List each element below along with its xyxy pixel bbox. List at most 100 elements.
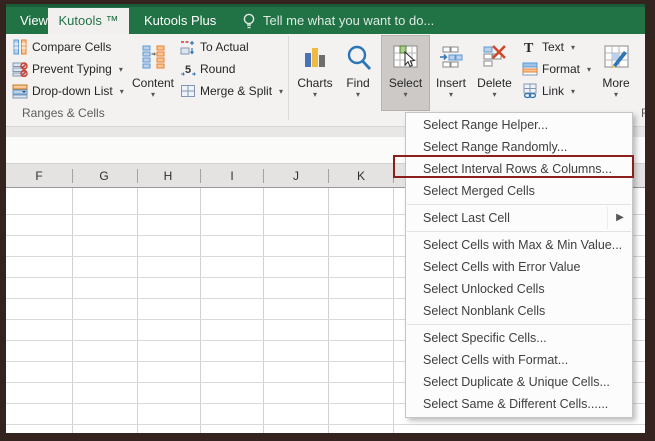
select-button[interactable]: Select ▾ — [381, 35, 430, 111]
delete-button[interactable]: Delete ▾ — [472, 36, 517, 110]
format-label: Format — [542, 62, 581, 76]
content-button[interactable]: Content ▾ — [131, 36, 175, 110]
format-button[interactable]: Format — [520, 58, 590, 80]
charts-label: Charts — [297, 76, 333, 90]
column-divider — [137, 169, 138, 183]
menu-item-select-range-randomly[interactable]: Select Range Randomly... — [406, 136, 632, 158]
link-icon — [523, 83, 537, 99]
delete-icon — [483, 44, 506, 66]
svg-text:T: T — [524, 41, 534, 55]
select-label: Select — [388, 76, 423, 90]
gridline — [72, 188, 73, 433]
menu-item-select-same-different-cells[interactable]: Select Same & Different Cells...... — [406, 393, 632, 415]
dropdown-arrow-icon: ▾ — [150, 90, 155, 99]
menu-item-select-merged-cells[interactable]: Select Merged Cells — [406, 180, 632, 202]
menu-item-select-unlocked-cells[interactable]: Select Unlocked Cells — [406, 278, 632, 300]
menu-item-select-specific-cells[interactable]: Select Specific Cells... — [406, 327, 632, 349]
screenshot-border — [0, 433, 655, 441]
submenu-arrow-icon: ▶ — [607, 207, 632, 229]
screenshot-border — [0, 0, 6, 441]
prevent-typing-button[interactable]: Prevent Typing — [10, 58, 130, 80]
dropdown-arrow-icon: ▾ — [312, 90, 317, 99]
link-label: Link — [542, 84, 565, 98]
round-label: Round — [200, 62, 236, 76]
gridline — [393, 188, 394, 433]
text-label: Text — [542, 40, 565, 54]
dropdown-arrow-icon: ▾ — [613, 90, 618, 99]
lightbulb-icon — [243, 13, 255, 28]
column-header-g[interactable]: G — [99, 167, 108, 185]
charts-icon — [305, 48, 325, 67]
menu-separator — [407, 231, 631, 232]
tell-me-label: Tell me what you want to do... — [263, 13, 435, 28]
gridline — [6, 424, 645, 425]
menu-item-select-range-helper[interactable]: Select Range Helper... — [406, 114, 632, 136]
more-label: More — [602, 76, 630, 90]
format-icon — [522, 62, 538, 76]
column-header-k[interactable]: K — [357, 167, 365, 185]
column-divider — [393, 169, 394, 183]
to-actual-button[interactable]: To Actual — [178, 36, 298, 58]
dropdown-arrow-icon: ▾ — [448, 90, 453, 99]
compare-cells-button[interactable]: Compare Cells — [10, 36, 130, 58]
insert-icon — [439, 46, 462, 67]
menu-item-select-cells-error-value[interactable]: Select Cells with Error Value — [406, 256, 632, 278]
drop-down-list-button[interactable]: Drop-down List — [10, 80, 130, 102]
compare-cells-label: Compare Cells — [32, 40, 112, 54]
screenshot-border — [645, 0, 655, 441]
more-icon — [604, 45, 628, 68]
ribbon-group-label: Ranges & Cells — [22, 106, 105, 120]
text-button[interactable]: T Text — [520, 36, 590, 58]
svg-text:5: 5 — [185, 64, 191, 76]
column-divider — [72, 169, 73, 183]
menu-item-select-interval-rows-columns[interactable]: Select Interval Rows & Columns... — [406, 158, 632, 180]
drop-down-list-label: Drop-down List — [32, 84, 113, 98]
prevent-typing-icon — [12, 62, 28, 77]
merge-split-icon — [181, 85, 195, 97]
round-icon: 5 — [181, 64, 196, 76]
to-actual-label: To Actual — [200, 40, 249, 54]
column-header-j[interactable]: J — [293, 167, 299, 185]
text-icon: T — [524, 41, 534, 55]
dropdown-arrow-icon: ▾ — [403, 90, 408, 99]
tab-kutools-plus[interactable]: Kutools Plus — [138, 7, 222, 34]
merge-split-label: Merge & Split — [200, 84, 273, 98]
to-actual-icon — [180, 41, 194, 55]
drop-down-list-icon — [12, 84, 28, 99]
gridline — [137, 188, 138, 433]
menu-item-select-nonblank-cells[interactable]: Select Nonblank Cells — [406, 300, 632, 322]
menu-separator — [407, 324, 631, 325]
charts-button[interactable]: Charts ▾ — [294, 36, 336, 110]
menu-item-select-last-cell[interactable]: Select Last Cell ▶ — [406, 207, 632, 229]
menu-item-select-cells-max-min[interactable]: Select Cells with Max & Min Value... — [406, 234, 632, 256]
select-icon — [393, 45, 418, 67]
insert-label: Insert — [435, 76, 466, 90]
gridline — [200, 188, 201, 433]
ribbon-tab-bar: View Kutools ™ Kutools Plus Tell me what… — [6, 4, 645, 34]
column-divider — [200, 169, 201, 183]
column-header-f[interactable]: F — [35, 167, 42, 185]
column-divider — [328, 169, 329, 183]
find-button[interactable]: Find ▾ — [338, 36, 378, 110]
menu-separator — [407, 204, 631, 205]
merge-split-button[interactable]: Merge & Split — [178, 80, 298, 102]
column-header-i[interactable]: I — [230, 167, 233, 185]
content-label: Content — [131, 76, 175, 90]
menu-item-select-cells-with-format[interactable]: Select Cells with Format... — [406, 349, 632, 371]
menu-item-select-duplicate-unique-cells[interactable]: Select Duplicate & Unique Cells... — [406, 371, 632, 393]
ribbon-separator — [288, 36, 289, 120]
select-dropdown-menu: Select Range Helper... Select Range Rand… — [405, 112, 633, 418]
menu-item-label: Select Last Cell — [423, 211, 510, 225]
gridline — [263, 188, 264, 433]
dropdown-arrow-icon: ▾ — [492, 90, 497, 99]
column-header-h[interactable]: H — [164, 167, 173, 185]
round-button[interactable]: 5 Round — [178, 58, 298, 80]
excel-window: View Kutools ™ Kutools Plus Tell me what… — [0, 0, 655, 441]
tab-kutools[interactable]: Kutools ™ — [48, 8, 129, 34]
screenshot-border — [0, 0, 655, 4]
link-button[interactable]: Link — [520, 80, 590, 102]
insert-button[interactable]: Insert ▾ — [430, 36, 472, 110]
more-button[interactable]: More ▾ — [592, 36, 640, 110]
tell-me-box[interactable]: Tell me what you want to do... — [242, 7, 434, 34]
gridline — [328, 188, 329, 433]
